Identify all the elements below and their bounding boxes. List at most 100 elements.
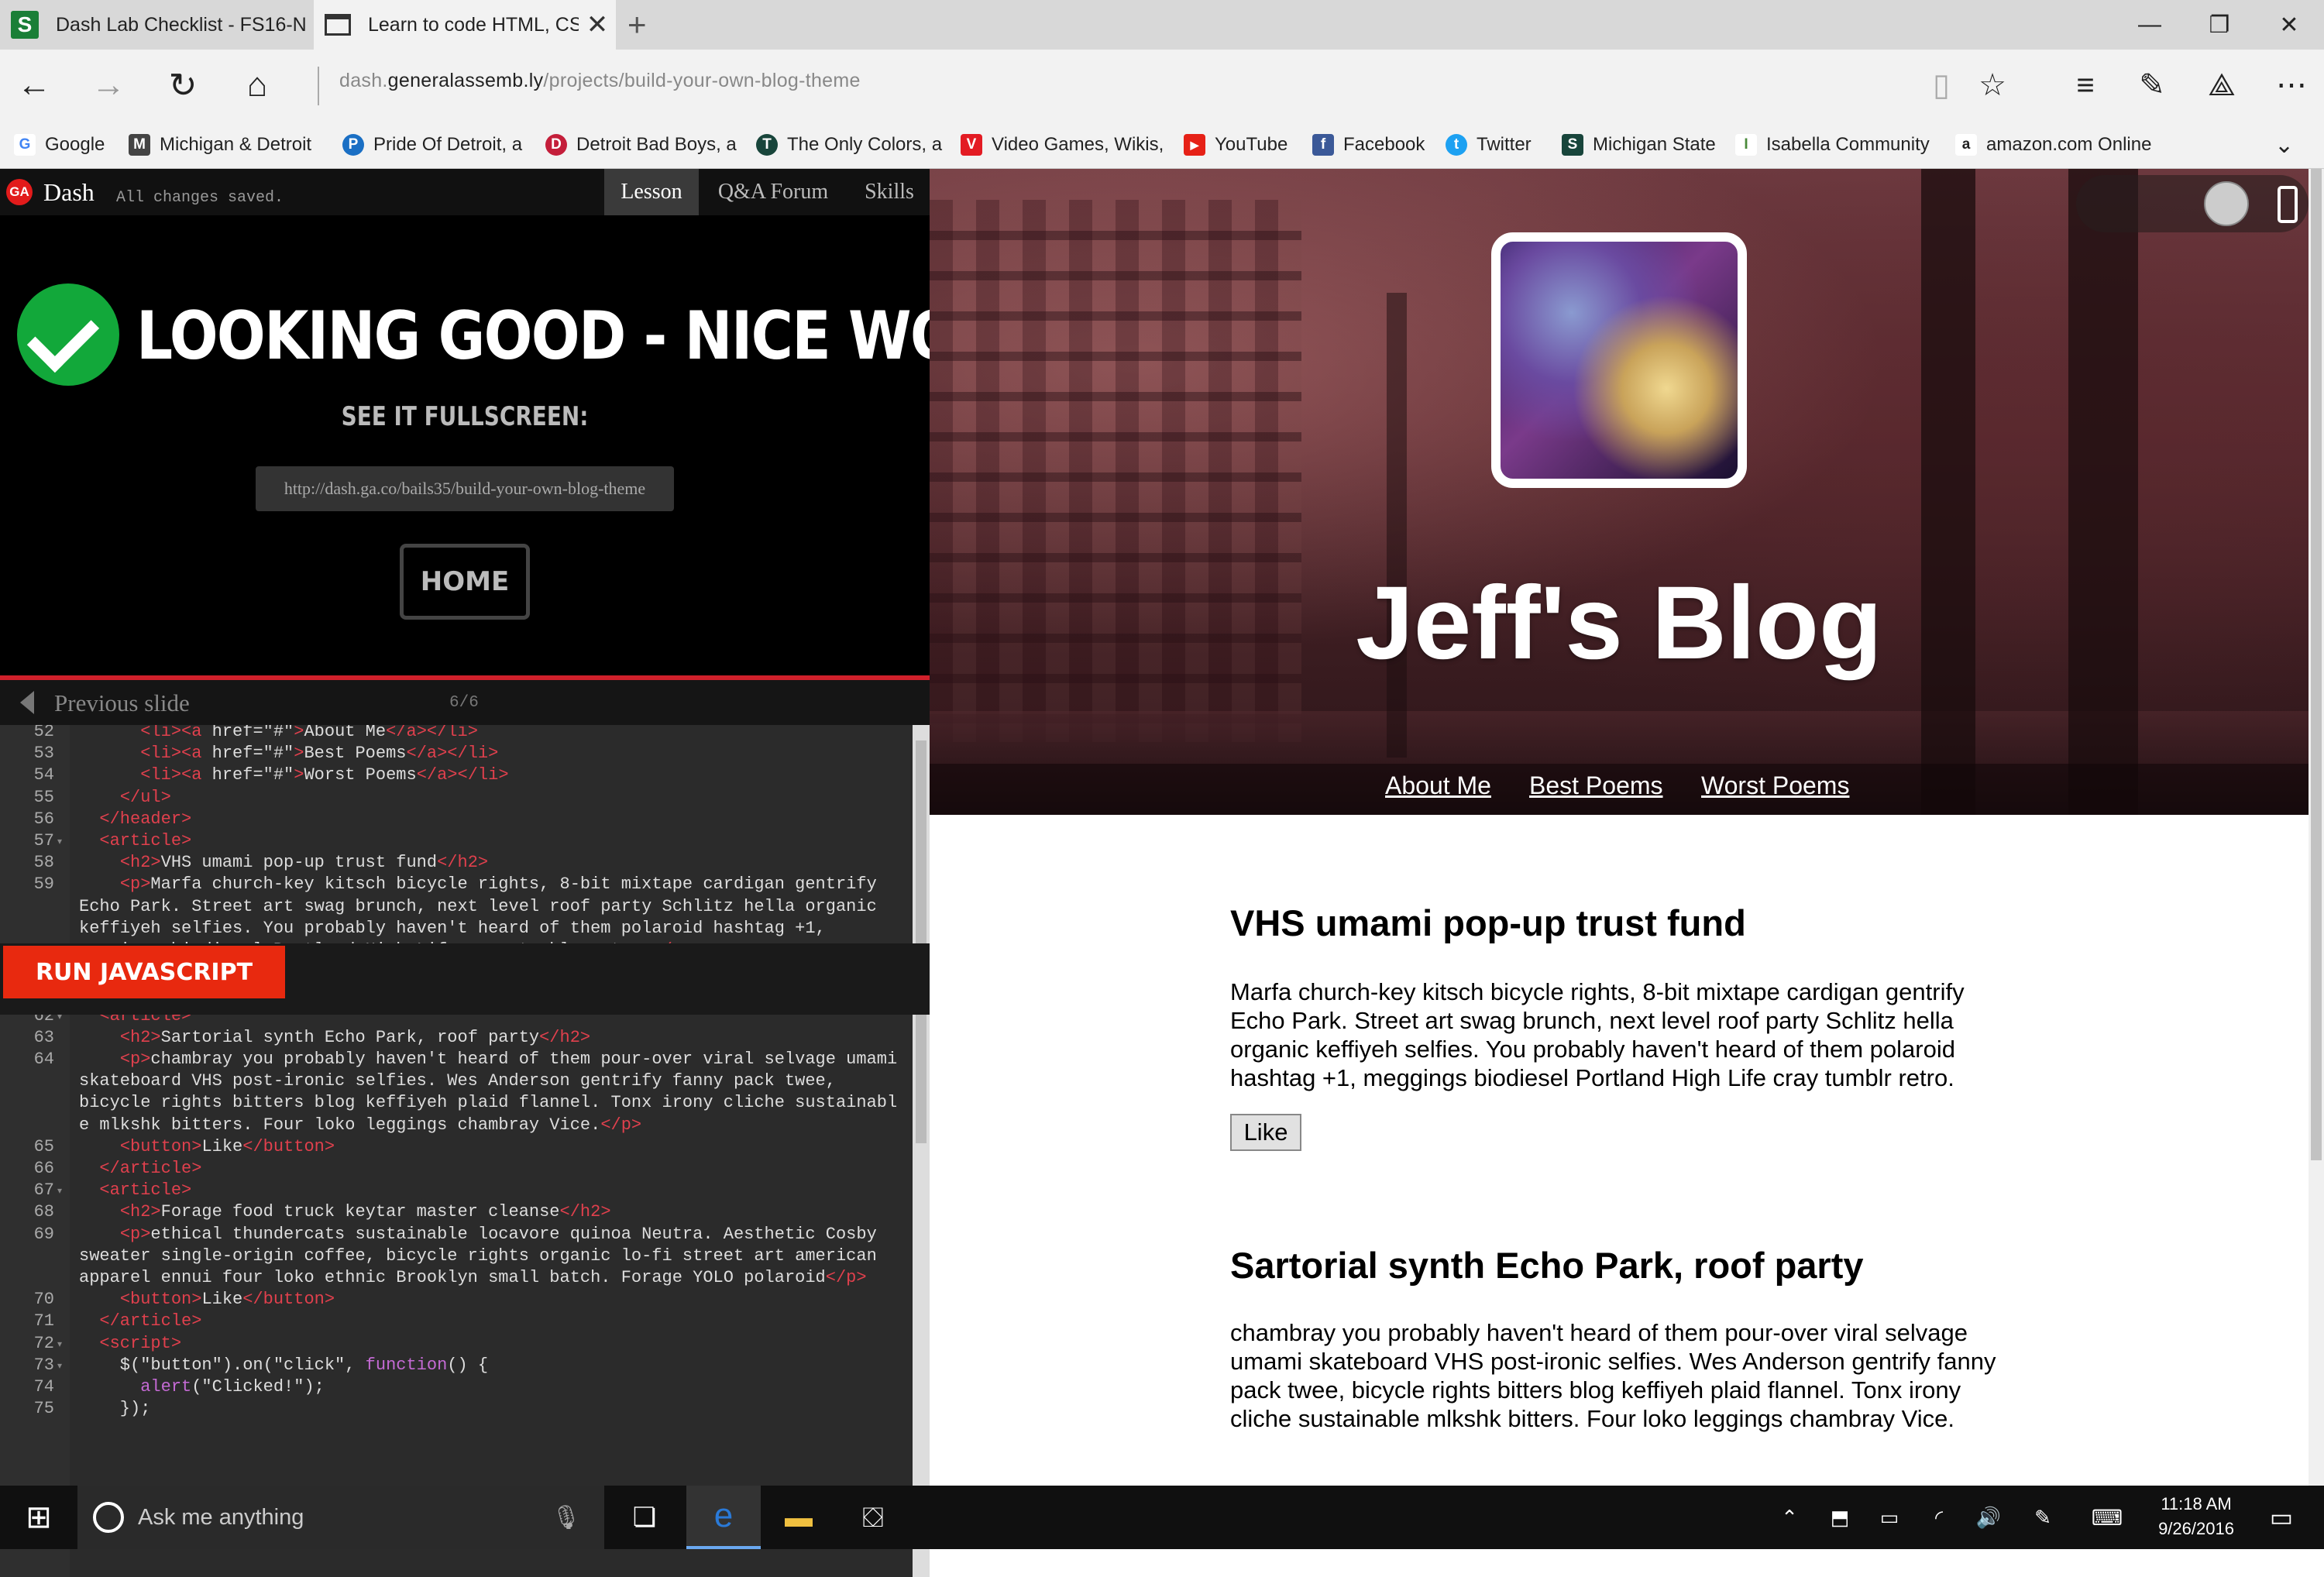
time: 11:18 AM bbox=[2161, 1494, 2232, 1513]
date: 9/26/2016 bbox=[2158, 1519, 2234, 1538]
cortana-icon bbox=[93, 1502, 124, 1533]
favorite-youtube[interactable]: ▶ YouTube bbox=[1184, 132, 1287, 158]
dash-brand[interactable]: Dash bbox=[43, 178, 95, 207]
code-line: sweater single-origin coffee, bicycle ri… bbox=[79, 1245, 877, 1266]
tree-trunk bbox=[1387, 293, 1407, 758]
article-body: Marfa church-key kitsch bicycle rights, … bbox=[1230, 978, 1965, 1091]
code-line: <article> bbox=[99, 1180, 192, 1201]
address-field[interactable]: dash.generalassemb.ly/projects/build-you… bbox=[339, 70, 861, 92]
tab-title: Dash Lab Checklist - FS16-N bbox=[56, 13, 307, 36]
edge-icon[interactable]: e bbox=[686, 1486, 761, 1549]
tab-qa-forum[interactable]: Q&A Forum bbox=[706, 169, 840, 215]
code-line: alert("Clicked!"); bbox=[140, 1377, 325, 1397]
home-button[interactable]: HOME bbox=[400, 544, 530, 620]
nav-about-me[interactable]: About Me bbox=[1385, 771, 1491, 800]
tab-lesson[interactable]: Lesson bbox=[604, 169, 699, 215]
action-icon[interactable]: ⬒ bbox=[1822, 1486, 1858, 1549]
favorite-amazon[interactable]: a amazon.com Online bbox=[1955, 132, 2151, 158]
hub-icon[interactable]: ≡ bbox=[2062, 64, 2109, 107]
favorite-video-games-wikis[interactable]: V Video Games, Wikis, bbox=[961, 132, 1164, 158]
wifi-icon[interactable]: ◜ bbox=[1921, 1486, 1957, 1549]
chevron-down-icon[interactable]: ⌄ bbox=[2274, 132, 2294, 158]
nav-worst-poems[interactable]: Worst Poems bbox=[1701, 771, 1849, 800]
windows-start-icon[interactable]: ⊞ bbox=[0, 1486, 77, 1549]
editor-scroll-thumb[interactable] bbox=[916, 740, 927, 1143]
like-button[interactable]: Like bbox=[1230, 1114, 1301, 1151]
fold-arrow-icon[interactable]: ▾ bbox=[57, 836, 62, 847]
cortana-search[interactable]: Ask me anything 🎙 bbox=[77, 1486, 604, 1549]
microphone-icon[interactable]: 🎙 bbox=[552, 1504, 581, 1531]
code-line: <h2>Sartorial synth Echo Park, roof part… bbox=[119, 1027, 591, 1047]
tab-title: Learn to code HTML, CS bbox=[368, 13, 579, 36]
notifications-icon[interactable]: ▭ bbox=[2254, 1486, 2309, 1549]
fold-arrow-icon[interactable]: ▾ bbox=[57, 1360, 62, 1371]
code-line: apparel ennui four loko ethnic Brooklyn … bbox=[79, 1268, 867, 1287]
checkmark-icon bbox=[17, 283, 119, 386]
dash-lesson-panel: GA Dash All changes saved. Lesson Q&A Fo… bbox=[0, 169, 1070, 1577]
new-tab-icon[interactable]: + bbox=[627, 6, 647, 43]
preview-scroll-thumb[interactable] bbox=[2311, 169, 2322, 1160]
favorite-facebook[interactable]: f Facebook bbox=[1312, 132, 1425, 158]
more-icon[interactable]: ⋯ bbox=[2268, 64, 2315, 107]
favorite-google[interactable]: G Google bbox=[14, 132, 105, 158]
fold-arrow-icon[interactable]: ▾ bbox=[57, 1185, 62, 1196]
code-line: }); bbox=[79, 1399, 151, 1419]
clock[interactable]: 11:18 AM 9/26/2016 bbox=[2138, 1492, 2254, 1541]
task-view-icon[interactable]: ❏ bbox=[614, 1486, 676, 1549]
forward-arrow-icon[interactable]: → bbox=[85, 64, 132, 107]
tab-dash-lab-checklist[interactable]: S Dash Lab Checklist - FS16-N bbox=[0, 0, 314, 50]
reading-view-icon[interactable]: ▯ bbox=[1918, 64, 1965, 107]
code-line: <button>Like</button> bbox=[119, 1290, 335, 1310]
tab-learn-to-code[interactable]: Learn to code HTML, CS ✕ bbox=[314, 0, 616, 50]
share-icon[interactable]: ⟁ bbox=[2199, 64, 2245, 107]
refresh-icon[interactable]: ↻ bbox=[160, 64, 206, 107]
fold-arrow-icon[interactable]: ▾ bbox=[57, 1338, 62, 1349]
code-line: </article> bbox=[99, 1159, 202, 1178]
volume-icon[interactable]: 🔊 bbox=[1971, 1486, 2006, 1549]
pen-icon[interactable]: ✎ bbox=[2025, 1486, 2061, 1549]
toggle-circle-icon[interactable] bbox=[2204, 181, 2249, 226]
address-toolbar: ← → ↻ ⌂ dash.generalassemb.ly/projects/b… bbox=[0, 50, 2324, 121]
nav-best-poems[interactable]: Best Poems bbox=[1529, 771, 1663, 800]
battery-icon[interactable]: ▭ bbox=[1872, 1486, 1907, 1549]
chevron-up-icon[interactable]: ⌃ bbox=[1774, 1486, 1805, 1549]
s-icon: S bbox=[11, 11, 39, 39]
home-icon[interactable]: ⌂ bbox=[234, 64, 280, 107]
isabella-icon: I bbox=[1735, 134, 1757, 156]
page-icon bbox=[325, 14, 351, 36]
tab-skills[interactable]: Skills bbox=[852, 169, 927, 215]
keyboard-icon[interactable]: ⌨ bbox=[2085, 1486, 2129, 1549]
favorite-the-only-colors[interactable]: T The Only Colors, a bbox=[756, 132, 942, 158]
line-number: 71 bbox=[33, 1311, 54, 1331]
favorite-detroit-bad-boys[interactable]: D Detroit Bad Boys, a bbox=[545, 132, 737, 158]
back-arrow-icon[interactable]: ← bbox=[11, 64, 57, 107]
caret-left-icon[interactable] bbox=[20, 691, 34, 714]
previous-slide-link[interactable]: Previous slide bbox=[54, 689, 190, 717]
web-note-icon[interactable]: ✎ bbox=[2129, 64, 2175, 107]
divider bbox=[318, 67, 319, 105]
close-tab-icon[interactable]: ✕ bbox=[579, 9, 616, 40]
amazon-icon: a bbox=[1955, 134, 1977, 156]
twitter-icon: t bbox=[1446, 134, 1467, 156]
favorite-isabella-community[interactable]: I Isabella Community bbox=[1735, 132, 1930, 158]
code-editor[interactable]: 52 <li><a href="#">About Me</a></li> 53 <… bbox=[0, 725, 930, 1577]
phone-icon[interactable] bbox=[2278, 186, 2298, 223]
restore-icon[interactable]: ❐ bbox=[2185, 0, 2254, 50]
favorite-michigan-detroit[interactable]: M Michigan & Detroit bbox=[129, 132, 311, 158]
favorite-twitter[interactable]: t Twitter bbox=[1446, 132, 1532, 158]
line-number: 64 bbox=[33, 1050, 54, 1069]
close-window-icon[interactable]: ✕ bbox=[2254, 0, 2324, 50]
line-number: 74 bbox=[33, 1377, 54, 1397]
store-icon[interactable]: ⛋ bbox=[841, 1486, 905, 1549]
avatar bbox=[1491, 232, 1747, 488]
favorite-michigan-state[interactable]: S Michigan State bbox=[1562, 132, 1716, 158]
code-line: <h2>VHS umami pop-up trust fund</h2> bbox=[119, 853, 489, 873]
favorite-pride-of-detroit[interactable]: P Pride Of Detroit, a bbox=[342, 132, 522, 158]
code-line: Echo Park. Street art swag brunch, next … bbox=[79, 896, 877, 916]
fullscreen-url[interactable]: http://dash.ga.co/bails35/build-your-own… bbox=[256, 466, 674, 511]
minimize-icon[interactable]: — bbox=[2115, 0, 2185, 50]
code-line: </ul> bbox=[119, 787, 171, 807]
run-javascript-button[interactable]: RUN JAVASCRIPT bbox=[3, 946, 285, 998]
favorite-star-icon[interactable]: ☆ bbox=[1969, 64, 2016, 107]
file-explorer-icon[interactable]: ▬ bbox=[767, 1486, 830, 1549]
